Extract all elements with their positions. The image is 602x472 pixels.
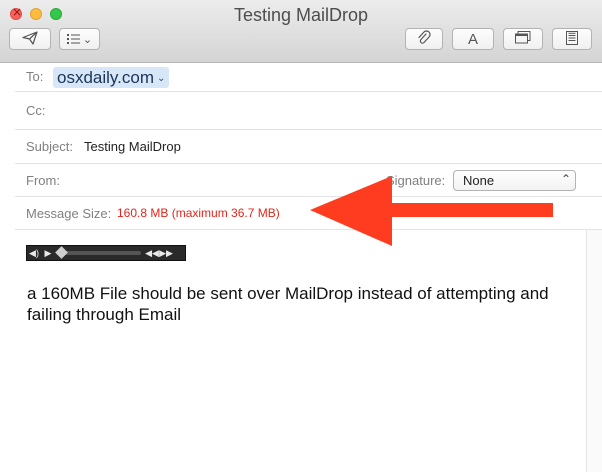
from-label: From: [26, 173, 60, 188]
arrow-shape [310, 176, 553, 246]
format-text-button[interactable]: A [452, 28, 494, 50]
message-body[interactable]: a 160MB File should be sent over MailDro… [27, 283, 567, 325]
chevron-down-icon: ⌄ [82, 33, 93, 46]
up-down-chevron-icon: ⌃ [560, 172, 571, 186]
window-icon [515, 31, 531, 47]
cc-row[interactable]: Cc: [15, 92, 602, 130]
slider-knob[interactable] [55, 246, 68, 259]
audio-player[interactable]: ◀) ▶ ◀◀ ▶▶ [26, 245, 186, 261]
cc-label: Cc: [26, 103, 46, 118]
rewind-icon[interactable]: ◀◀ [145, 248, 159, 259]
playback-slider[interactable] [55, 246, 141, 259]
chevron-down-icon: ⌄ [157, 73, 166, 84]
send-button[interactable] [9, 28, 51, 50]
scrollbar[interactable] [586, 230, 602, 472]
window-title: Testing MailDrop [233, 5, 369, 25]
stationery-button[interactable] [552, 28, 592, 50]
to-row: To: osxdaily.com ⌄ [15, 62, 602, 92]
list-format-icon [66, 32, 80, 47]
title-bar: Testing MailDrop ⌄ A [0, 0, 602, 63]
subject-label: Subject: [26, 139, 73, 154]
fast-forward-icon[interactable]: ▶▶ [159, 248, 173, 259]
attach-button[interactable] [405, 28, 443, 50]
header-fields-menu-button[interactable]: ⌄ [59, 28, 100, 50]
volume-icon[interactable]: ◀) [27, 248, 41, 259]
message-size-label: Message Size: [26, 206, 112, 221]
play-icon[interactable]: ▶ [41, 248, 55, 259]
photo-browser-button[interactable] [503, 28, 543, 50]
mail-compose-window: Testing MailDrop ⌄ A [0, 0, 602, 472]
message-size-value: 160.8 MB (maximum 36.7 MB) [117, 206, 280, 220]
to-label: To: [26, 69, 44, 84]
stationery-icon [566, 30, 578, 48]
recipient-address: osxdaily.com [57, 68, 154, 87]
font-label: A [467, 30, 478, 48]
recipient-token[interactable]: osxdaily.com ⌄ [53, 67, 170, 88]
paper-plane-icon [22, 30, 38, 48]
paperclip-icon [417, 30, 431, 48]
red-arrow-annotation [310, 176, 553, 246]
subject-field[interactable]: Testing MailDrop [84, 130, 181, 164]
subject-row[interactable]: Subject: Testing MailDrop [15, 130, 602, 164]
